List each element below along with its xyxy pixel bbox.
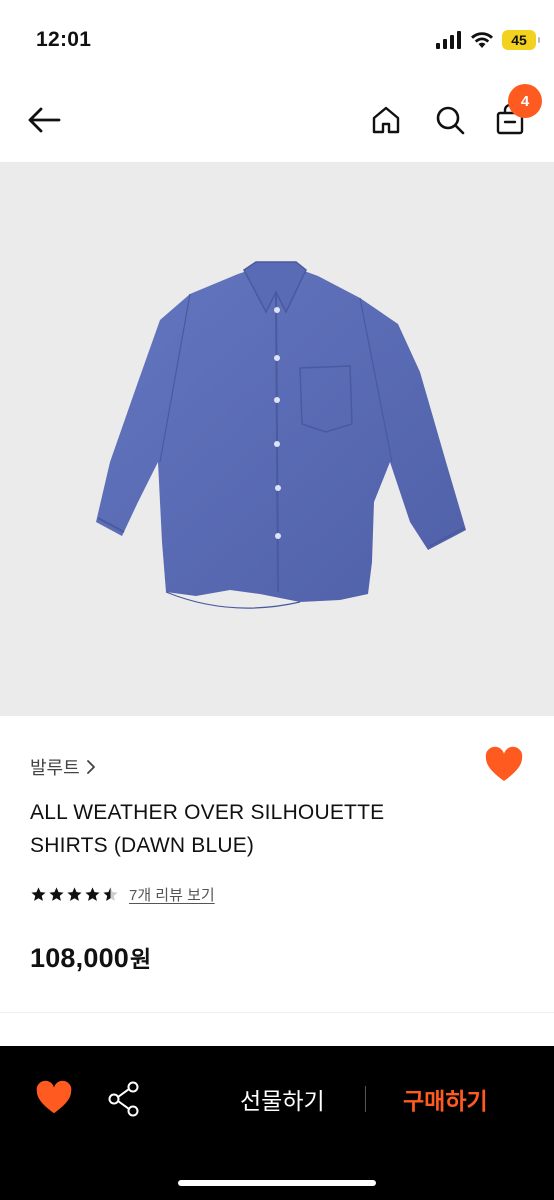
buy-button[interactable]: 구매하기	[403, 1082, 488, 1116]
wishlist-bottom-button[interactable]	[34, 1080, 74, 1118]
separator	[365, 1086, 366, 1112]
star-icon	[49, 887, 64, 901]
star-icon	[67, 887, 82, 901]
gift-button[interactable]: 선물하기	[240, 1082, 325, 1116]
shirt-image	[96, 261, 466, 609]
wifi-icon	[471, 32, 493, 48]
status-icons: 45	[436, 30, 540, 50]
price-amount: 108,000	[30, 943, 129, 973]
cart-count-badge: 4	[508, 84, 542, 118]
search-icon	[436, 106, 465, 135]
share-button[interactable]	[106, 1080, 142, 1118]
bottom-action-bar: 선물하기 구매하기	[0, 1046, 554, 1200]
home-indicator	[178, 1180, 376, 1186]
share-icon	[108, 1081, 139, 1117]
star-half-icon	[103, 887, 118, 901]
review-link[interactable]: 7개 리뷰 보기	[129, 884, 215, 905]
back-button[interactable]	[22, 98, 66, 142]
home-icon	[372, 106, 400, 134]
product-title: ALL WEATHER OVER SILHOUETTE SHIRTS (DAWN…	[30, 796, 450, 862]
wishlist-button[interactable]	[484, 746, 524, 786]
product-title-line-1: ALL WEATHER OVER SILHOUETTE	[30, 801, 385, 824]
divider	[0, 1012, 554, 1013]
price: 108,000 원	[30, 940, 151, 974]
product-info: 발루트 ALL WEATHER OVER SILHOUETTE SHIRTS (…	[0, 716, 554, 1012]
top-nav	[0, 80, 554, 162]
price-unit: 원	[130, 946, 152, 972]
product-title-line-2: SHIRTS (DAWN BLUE)	[30, 834, 255, 857]
battery-icon: 45	[502, 30, 540, 50]
signal-icon	[436, 31, 461, 49]
heart-filled-icon	[36, 1080, 72, 1114]
search-button[interactable]	[428, 98, 472, 142]
chevron-right-icon	[86, 760, 95, 774]
home-button[interactable]	[364, 98, 408, 142]
status-bar: 12:01 45	[0, 0, 554, 80]
status-time: 12:01	[36, 28, 92, 51]
star-icon	[31, 887, 46, 901]
star-icon	[85, 887, 100, 901]
brand-link[interactable]: 발루트	[30, 754, 96, 780]
rating-row: 7개 리뷰 보기	[30, 884, 215, 905]
product-image[interactable]	[0, 162, 554, 716]
heart-filled-icon	[485, 746, 523, 781]
arrow-left-icon	[28, 107, 61, 133]
brand-name: 발루트	[30, 758, 80, 778]
star-rating	[30, 886, 119, 903]
